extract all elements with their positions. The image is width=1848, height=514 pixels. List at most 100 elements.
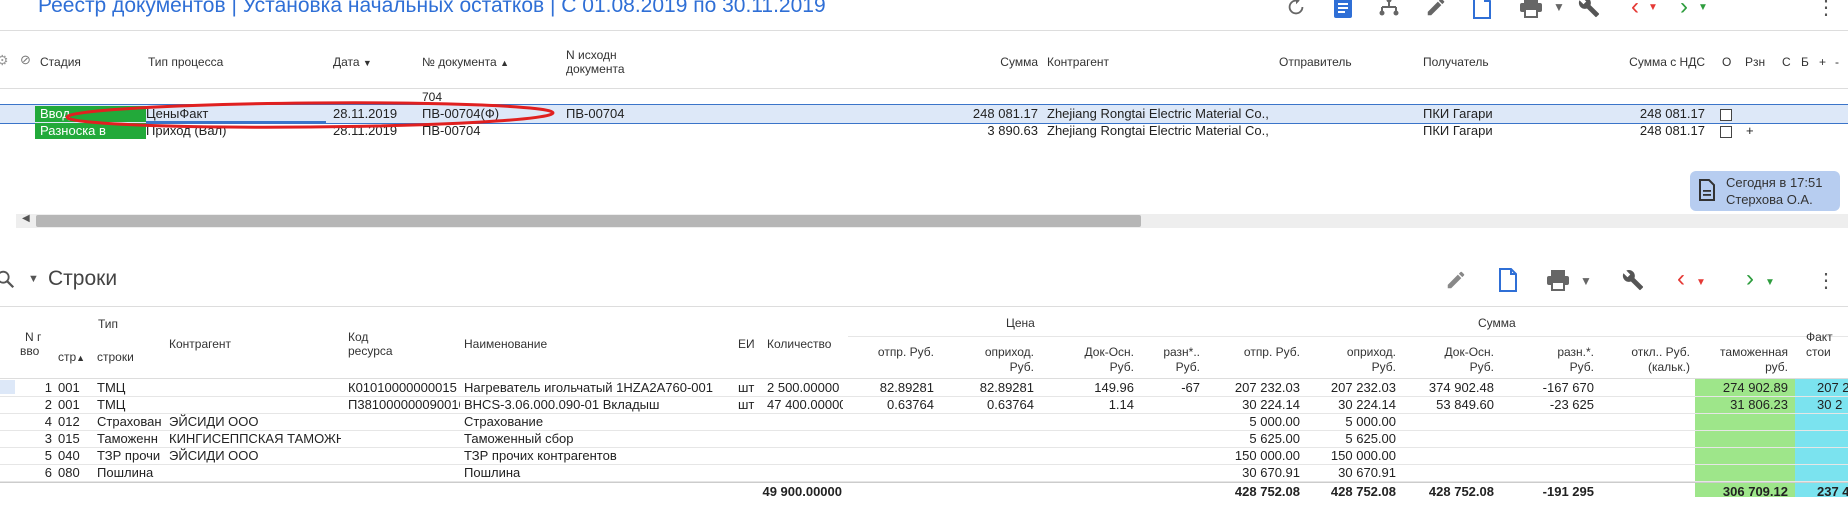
col-fakt[interactable]: Факт стои <box>1806 330 1846 360</box>
scroll-left-icon[interactable]: ◀ <box>22 213 30 224</box>
refresh-icon[interactable] <box>1283 0 1309 20</box>
cell-str: 001 <box>58 397 80 412</box>
cell-type: Пошлина <box>97 465 154 480</box>
cell-s-razn: -23 625 <box>1549 397 1594 412</box>
chevron-down-icon[interactable]: ▼ <box>1573 268 1599 294</box>
cell-s-oprih: 30 670.91 <box>1338 465 1396 480</box>
cell-fakt: 30 2 <box>1817 397 1843 412</box>
cell-counterparty: ЭЙСИДИ ООО <box>169 414 259 429</box>
search-dropdown-icon[interactable]: ▼ <box>28 273 39 285</box>
cell-n: 3 <box>44 431 52 446</box>
document-list-icon[interactable] <box>1330 0 1356 20</box>
cell-p-oprih: 82.89281 <box>979 380 1034 395</box>
settings-gear-icon[interactable]: ⚙ <box>0 52 9 69</box>
col-s-oprih[interactable]: оприход. Руб. <box>1320 345 1396 375</box>
more-icon[interactable]: ⋮ <box>1813 0 1839 20</box>
wrench-icon[interactable] <box>1620 267 1646 293</box>
col-p-otpr[interactable]: отпр. Руб. <box>870 345 934 360</box>
col-date-label: Дата <box>333 55 360 69</box>
row-selector[interactable] <box>0 380 15 394</box>
cell-s-oprih: 150 000.00 <box>1330 448 1396 463</box>
col-s-dok[interactable]: Док-Осн. Руб. <box>1418 345 1494 375</box>
col-sender[interactable]: Отправитель <box>1279 55 1352 69</box>
col-sum-vat[interactable]: Сумма с НДС <box>1620 55 1705 69</box>
cell-counterparty: ЭЙСИДИ ООО <box>169 448 259 463</box>
col-counterparty[interactable]: Контрагент <box>169 337 231 351</box>
cell-s-otpr: 150 000.00 <box>1234 448 1300 463</box>
col-stage[interactable]: Стадия <box>40 55 81 69</box>
col-type2[interactable]: строки <box>97 350 134 364</box>
print-icon[interactable] <box>1545 267 1571 293</box>
edit-icon[interactable] <box>1423 0 1449 20</box>
col-rzn[interactable]: Рзн <box>1745 55 1765 69</box>
col-code[interactable]: Код ресурса <box>348 330 408 358</box>
col-srcdoc[interactable]: N исходн документа <box>566 48 646 76</box>
col-minus[interactable]: - <box>1835 55 1839 69</box>
hierarchy-icon[interactable] <box>1376 0 1402 20</box>
col-otkl[interactable]: откл.. Руб.(кальк.) <box>1610 345 1690 375</box>
col-process[interactable]: Тип процесса <box>148 55 223 69</box>
cell-name: BHCS-3.06.000.090-01 Вкладыш <box>464 397 660 412</box>
col-name[interactable]: Наименование <box>464 337 547 351</box>
cell-n: 2 <box>44 397 52 412</box>
page-title: Реестр документов | Установка начальных … <box>38 0 826 17</box>
cell-name: ТЗР прочих контрагентов <box>464 448 617 463</box>
col-p-dok[interactable]: Док-Осн. Руб. <box>1060 345 1134 375</box>
cell-s-oprih: 5 625.00 <box>1345 431 1396 446</box>
col-counterparty[interactable]: Контрагент <box>1047 55 1109 69</box>
col-p-oprih[interactable]: оприход. Руб. <box>960 345 1034 375</box>
cell-s-oprih: 5 000.00 <box>1345 414 1396 429</box>
next-dropdown-icon[interactable]: ▼ <box>1690 0 1716 20</box>
modified-user: Стерхова О.А. <box>1726 192 1813 207</box>
chevron-down-icon[interactable]: ▼ <box>1546 0 1572 20</box>
attachment-icon[interactable]: ⊘ <box>20 52 31 68</box>
cell-name: Таможенный сбор <box>464 431 574 446</box>
counterparty-cell: Zhejiang Rongtai Electric Material Co., <box>1047 123 1269 138</box>
col-o[interactable]: О <box>1722 55 1731 69</box>
col-s[interactable]: С <box>1782 55 1791 69</box>
print-icon[interactable] <box>1518 0 1544 20</box>
more-icon[interactable]: ⋮ <box>1813 267 1839 293</box>
col-sum[interactable]: Сумма <box>990 55 1038 69</box>
edit-icon[interactable] <box>1443 267 1469 293</box>
cell-p-oprih: 0.63764 <box>987 397 1034 412</box>
col-tamoj[interactable]: таможенная руб. <box>1700 345 1788 375</box>
col-date[interactable]: Дата ▼ <box>333 55 372 69</box>
search-icon[interactable] <box>0 268 16 290</box>
o-checkbox[interactable] <box>1720 109 1732 121</box>
scrollbar-thumb[interactable] <box>36 215 1141 227</box>
col-plus[interactable]: + <box>1819 55 1826 69</box>
col-vvo[interactable]: вво <box>20 344 39 358</box>
col-p-razn[interactable]: разн*.. Руб. <box>1150 345 1200 375</box>
col-n[interactable]: N г <box>25 330 41 344</box>
cell-type: Страхован <box>97 414 162 429</box>
cell-name: Пошлина <box>464 465 521 480</box>
cell-str: 040 <box>58 448 80 463</box>
wrench-icon[interactable] <box>1576 0 1602 20</box>
col-b[interactable]: Б <box>1801 55 1809 69</box>
new-document-icon[interactable] <box>1469 0 1495 20</box>
prev-dropdown-icon[interactable]: ▼ <box>1688 269 1714 295</box>
cell-s-otpr: 207 232.03 <box>1234 380 1300 395</box>
o-checkbox[interactable] <box>1720 126 1732 138</box>
sum-cell: 248 081.17 <box>972 106 1038 121</box>
cell-s-oprih: 30 224.14 <box>1338 397 1396 412</box>
col-price-group: Цена <box>1006 316 1035 330</box>
col-type[interactable]: Тип <box>98 317 118 331</box>
total-fakt: 237 4 <box>1817 484 1848 499</box>
cell-qty: 2 500.00000 <box>767 380 840 395</box>
prev-dropdown-icon[interactable]: ▼ <box>1640 0 1666 20</box>
col-str[interactable]: стр▲ <box>58 350 85 364</box>
sum-cell: 3 890.63 <box>987 123 1038 138</box>
next-dropdown-icon[interactable]: ▼ <box>1757 269 1783 295</box>
col-s-otpr[interactable]: отпр. Руб. <box>1240 345 1300 360</box>
total-s-oprih: 428 752.08 <box>1330 484 1396 499</box>
total-s-razn: -191 295 <box>1542 484 1594 499</box>
new-document-icon[interactable] <box>1495 267 1521 293</box>
col-s-razn[interactable]: разн.*. Руб. <box>1530 345 1594 375</box>
col-qty[interactable]: Количество <box>767 337 831 351</box>
col-receiver[interactable]: Получатель <box>1423 55 1489 69</box>
col-docnum[interactable]: № документа ▲ <box>422 55 509 69</box>
cell-type: ТМЦ <box>97 397 126 412</box>
col-ei[interactable]: ЕИ <box>738 337 755 351</box>
